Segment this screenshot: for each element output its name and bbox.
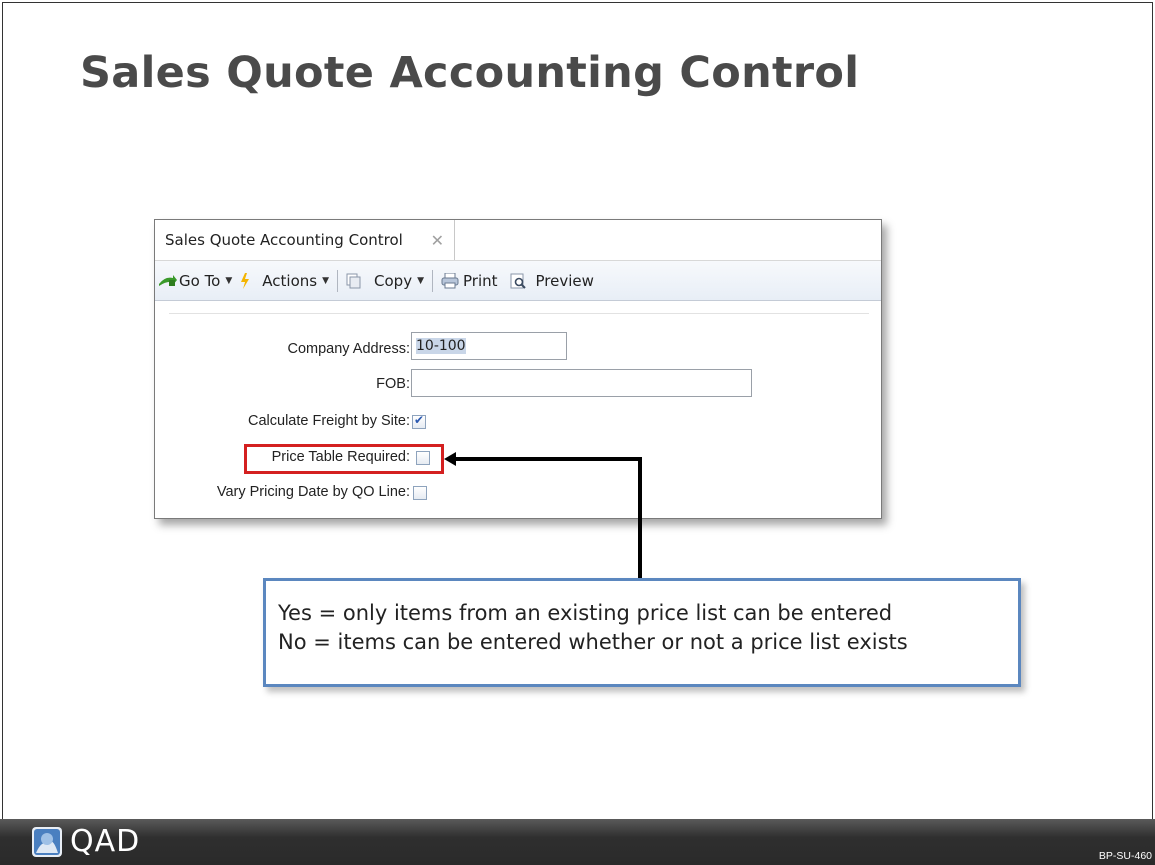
copy-label: Copy — [374, 271, 413, 290]
preview-button[interactable]: Preview — [506, 267, 598, 295]
connector-vertical — [638, 457, 642, 580]
lightning-icon — [240, 272, 250, 289]
slide-code: BP-SU-460 — [1098, 850, 1152, 862]
footer-bar: QAD BP-SU-460 — [0, 819, 1155, 865]
vary-pricing-date-label: Vary Pricing Date by QO Line: — [216, 484, 410, 500]
print-button[interactable]: Print — [437, 267, 502, 295]
preview-icon — [510, 273, 526, 289]
copy-button[interactable]: Copy ▼ — [342, 267, 428, 295]
highlight-box — [244, 444, 444, 474]
preview-label: Preview — [535, 271, 594, 290]
print-label: Print — [463, 271, 498, 290]
fob-field[interactable] — [411, 369, 752, 397]
copy-icon — [346, 273, 362, 289]
toolbar-divider — [432, 269, 433, 292]
tab-label: Sales Quote Accounting Control — [165, 231, 403, 249]
vary-pricing-date-checkbox[interactable] — [413, 486, 427, 500]
toolbar: Go To ▼ Actions ▼ Copy ▼ Print Preview — [155, 261, 881, 301]
connector-horizontal — [454, 457, 642, 461]
tab-sales-quote-accounting-control[interactable]: Sales Quote Accounting Control ✕ — [155, 220, 455, 260]
toolbar-divider — [337, 269, 339, 292]
calculate-freight-checkbox[interactable] — [412, 413, 426, 429]
company-address-field[interactable]: 10-100 — [411, 332, 567, 360]
callout-line-yes: Yes = only items from an existing price … — [278, 601, 893, 625]
fob-label: FOB: — [376, 376, 410, 392]
actions-button[interactable]: Actions ▼ — [236, 267, 333, 295]
arrowhead-icon — [444, 452, 456, 466]
chevron-down-icon: ▼ — [322, 275, 330, 286]
close-icon[interactable]: ✕ — [431, 231, 444, 250]
company-address-label: Company Address: — [287, 341, 410, 357]
form-divider — [169, 313, 869, 314]
callout-box: Yes = only items from an existing price … — [263, 578, 1021, 687]
chevron-down-icon: ▼ — [225, 275, 233, 286]
goto-label: Go To — [179, 271, 221, 290]
chevron-down-icon: ▼ — [417, 275, 424, 286]
qad-logo-text: QAD — [70, 824, 141, 859]
slide-title: Sales Quote Accounting Control — [80, 48, 860, 98]
goto-icon — [159, 274, 177, 288]
goto-button[interactable]: Go To ▼ — [155, 267, 236, 295]
company-address-value: 10-100 — [416, 338, 466, 354]
actions-label: Actions — [262, 271, 318, 290]
qad-logo: QAD — [32, 827, 140, 857]
callout-line-no: No = items can be entered whether or not… — [278, 630, 908, 654]
qad-logo-icon — [32, 827, 62, 857]
tab-bar: Sales Quote Accounting Control ✕ — [155, 220, 881, 261]
printer-icon — [441, 272, 459, 289]
calculate-freight-label: Calculate Freight by Site: — [248, 413, 410, 429]
